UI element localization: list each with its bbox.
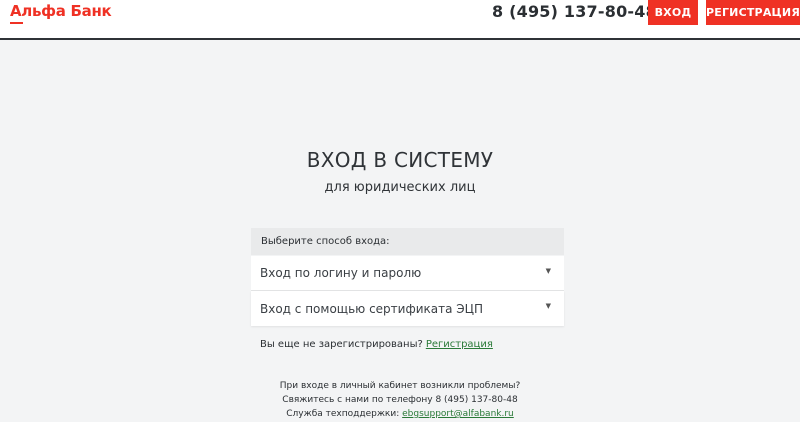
support-label: Служба техподдержки:: [286, 409, 400, 419]
login-password-option[interactable]: Вход по логину и паролю ▼: [251, 256, 564, 291]
registration-link[interactable]: Регистрация: [426, 339, 493, 350]
logo-underline: [10, 22, 23, 24]
page-title: ВХОД В СИСТЕМУ: [306, 148, 494, 172]
login-password-option-label: Вход по логину и паролю: [260, 266, 422, 280]
alfa-bank-logo[interactable]: Альфа Банк: [10, 2, 112, 20]
help-phone-text: Свяжитесь с нами по телефону 8 (495) 137…: [282, 395, 518, 405]
register-button[interactable]: РЕГИСТРАЦИЯ: [706, 0, 800, 25]
header: Альфа Банк 8 (495) 137-80-48 ВХОД РЕГИСТ…: [0, 0, 800, 40]
help-problem-text: При входе в личный кабинет возникли проб…: [279, 381, 521, 391]
not-registered-text: Вы еще не зарегистрированы?: [260, 339, 423, 350]
registration-prompt: Вы еще не зарегистрированы? Регистрация: [260, 339, 493, 350]
login-method-header: Выберите способ входа:: [251, 228, 564, 255]
chevron-down-icon: ▼: [545, 267, 551, 275]
chevron-down-icon: ▼: [545, 302, 551, 310]
certificate-option-label: Вход с помощью сертификата ЭЦП: [260, 301, 483, 316]
support-line: Служба техподдержки: ebgsupport@alfabank…: [0, 409, 800, 419]
certificate-option[interactable]: Вход с помощью сертификата ЭЦП ▼: [251, 291, 564, 326]
page-subtitle: для юридических лиц: [324, 180, 476, 195]
header-phone: 8 (495) 137-80-48: [492, 2, 657, 21]
support-email-link[interactable]: ebgsupport@alfabank.ru: [402, 409, 514, 419]
login-button[interactable]: ВХОД: [648, 0, 698, 25]
